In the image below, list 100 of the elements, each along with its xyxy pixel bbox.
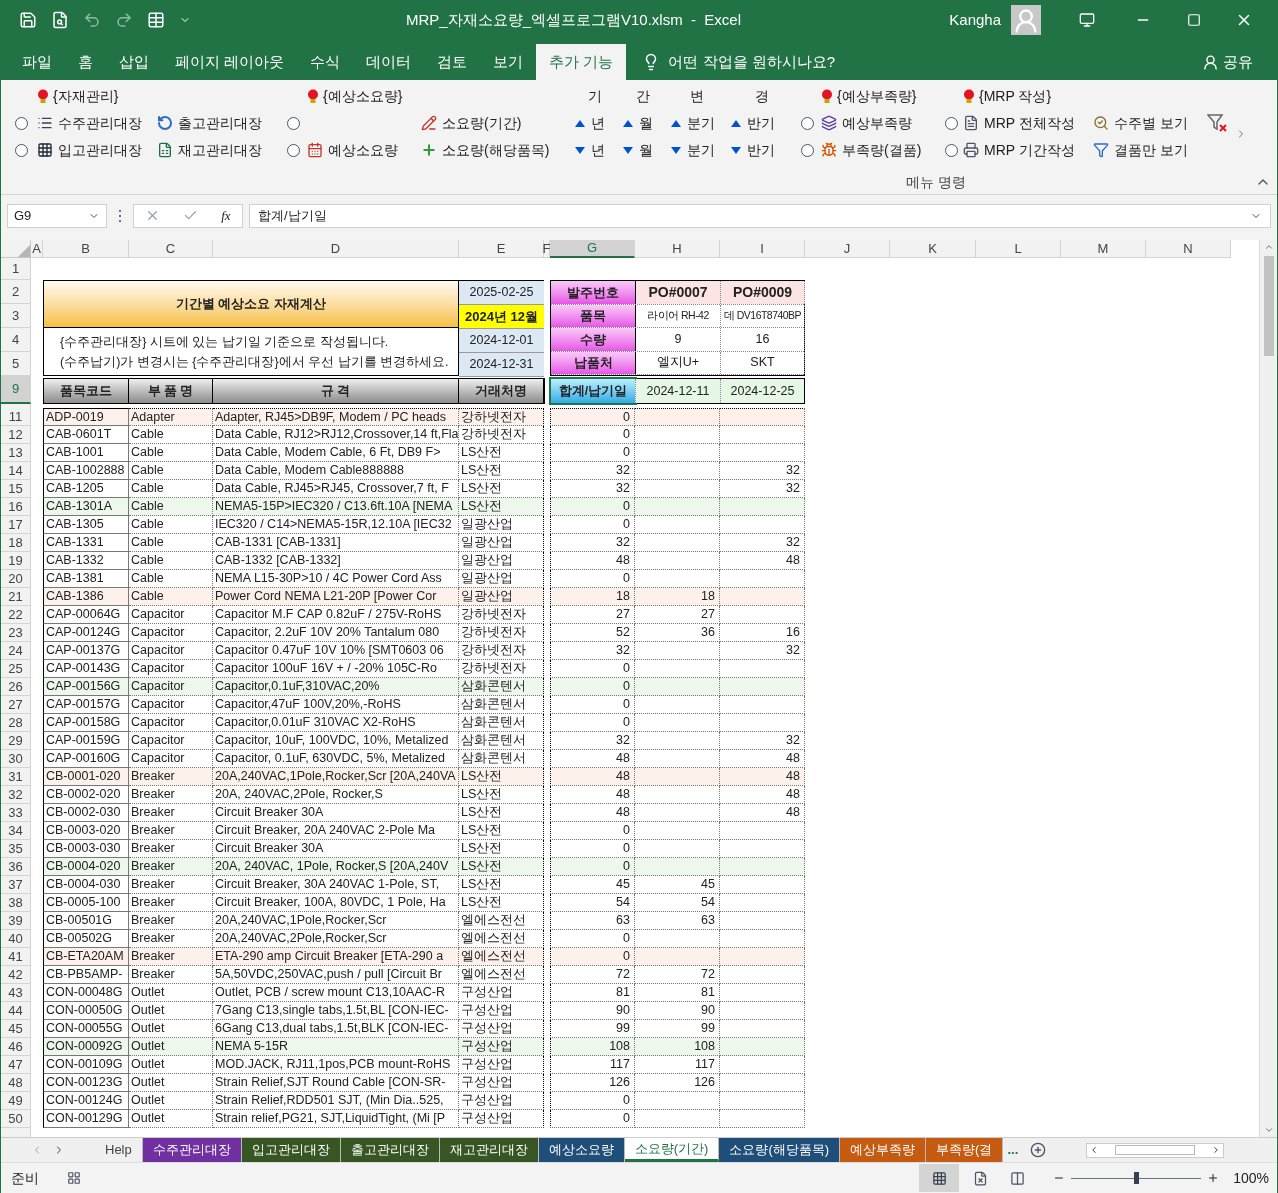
radio-button[interactable] <box>945 143 958 157</box>
row-header[interactable]: 36 <box>1 858 31 876</box>
column-header[interactable]: H <box>635 240 720 258</box>
row-header[interactable]: 25 <box>1 660 31 678</box>
row-header[interactable]: 27 <box>1 696 31 714</box>
radio-button[interactable] <box>287 143 300 157</box>
ribbon-command[interactable]: 예상소요량 <box>307 138 398 162</box>
ribbon-tab[interactable]: 데이터 <box>353 44 425 80</box>
ribbon-command[interactable]: 소요량(기간) <box>421 111 522 135</box>
ribbon-tab[interactable]: 보기 <box>480 44 537 80</box>
increase-button[interactable]: 반기 <box>731 111 775 135</box>
row-header[interactable]: 21 <box>1 588 31 606</box>
row-header[interactable]: 17 <box>1 516 31 534</box>
row-header[interactable]: 12 <box>1 426 31 444</box>
sheet-tab[interactable]: 입고관리대장 <box>241 1138 341 1162</box>
row-header[interactable]: 32 <box>1 786 31 804</box>
column-header[interactable]: L <box>976 240 1061 258</box>
row-header[interactable]: 46 <box>1 1038 31 1056</box>
row-header[interactable]: 26 <box>1 678 31 696</box>
column-header[interactable]: I <box>720 240 805 258</box>
row-header[interactable]: 15 <box>1 480 31 498</box>
row-header[interactable]: 43 <box>1 984 31 1002</box>
add-sheet-icon[interactable] <box>1030 1142 1047 1158</box>
radio-button[interactable] <box>801 143 814 157</box>
ribbon-command[interactable]: 출고관리대장 <box>157 111 262 135</box>
scroll-thumb[interactable] <box>1263 256 1274 356</box>
ribbon-tab[interactable]: 수식 <box>297 44 354 80</box>
row-header[interactable]: 41 <box>1 948 31 966</box>
ribbon-command[interactable]: MRP 전체작성 <box>963 111 1075 135</box>
decrease-button[interactable]: 반기 <box>731 138 775 162</box>
row-header[interactable]: 24 <box>1 642 31 660</box>
sheet-tab[interactable]: 예상부족량 <box>840 1138 927 1162</box>
column-header[interactable]: G <box>550 240 635 258</box>
sheet-tab[interactable]: 예상소요량 <box>538 1138 625 1162</box>
ribbon-command[interactable]: 수주관리대장 <box>37 111 142 135</box>
row-header[interactable]: 19 <box>1 552 31 570</box>
insert-function-button[interactable]: fx <box>221 205 231 226</box>
ribbon-command[interactable]: 예상부족량 <box>821 111 912 135</box>
row-header[interactable]: 28 <box>1 714 31 732</box>
increase-button[interactable]: 월 <box>623 111 653 135</box>
row-header[interactable]: 1 <box>1 258 31 280</box>
increase-button[interactable]: 분기 <box>671 111 715 135</box>
more-tabs[interactable]: ... <box>1003 1140 1023 1160</box>
row-header[interactable]: 20 <box>1 570 31 588</box>
normal-view-button[interactable] <box>919 1164 960 1192</box>
row-header[interactable]: 37 <box>1 876 31 894</box>
ribbon-command[interactable]: 재고관리대장 <box>157 138 262 162</box>
ribbon-tab[interactable]: 검토 <box>424 44 481 80</box>
row-header[interactable]: 16 <box>1 498 31 516</box>
sheet-tab[interactable]: 소요량(기간) <box>624 1138 720 1162</box>
row-header[interactable]: 38 <box>1 894 31 912</box>
radio-button[interactable] <box>287 116 300 130</box>
formula-field[interactable]: 합계/납기일 <box>249 203 1271 228</box>
row-header[interactable]: 2 <box>1 280 31 304</box>
row-header[interactable]: 44 <box>1 1002 31 1020</box>
row-header[interactable]: 35 <box>1 840 31 858</box>
sheet-tab[interactable]: 출고관리대장 <box>340 1138 440 1162</box>
row-header[interactable]: 29 <box>1 732 31 750</box>
clear-filter-icon[interactable] <box>1207 114 1227 132</box>
column-header[interactable]: N <box>1146 240 1231 258</box>
decrease-button[interactable]: 월 <box>623 138 653 162</box>
page-layout-icon[interactable] <box>973 1170 989 1186</box>
ribbon-display-icon[interactable] <box>1079 12 1095 28</box>
row-header[interactable]: 14 <box>1 462 31 480</box>
page-break-icon[interactable] <box>1010 1170 1026 1186</box>
sheet-tab[interactable]: 부족량(결 <box>926 1138 1004 1162</box>
row-header[interactable]: 33 <box>1 804 31 822</box>
ribbon-command[interactable]: MRP 기간작성 <box>963 138 1075 162</box>
ribbon-command[interactable]: 소요량(해당품목) <box>421 138 550 162</box>
row-header[interactable]: 30 <box>1 750 31 768</box>
row-header[interactable]: 34 <box>1 822 31 840</box>
ribbon-tab[interactable]: 추가 기능 <box>536 44 627 80</box>
ribbon-command[interactable]: 입고관리대장 <box>37 138 142 162</box>
row-header[interactable]: 31 <box>1 768 31 786</box>
row-header[interactable]: 13 <box>1 444 31 462</box>
row-header[interactable]: 48 <box>1 1074 31 1092</box>
row-header[interactable]: 18 <box>1 534 31 552</box>
radio-button[interactable] <box>801 116 814 130</box>
radio-button[interactable] <box>15 116 28 130</box>
row-header[interactable]: 9 <box>1 376 31 404</box>
tell-me-search[interactable]: 어떤 작업을 원하시나요? <box>668 50 836 74</box>
row-header[interactable]: 49 <box>1 1092 31 1110</box>
ribbon-tab[interactable]: 페이지 레이아웃 <box>162 44 298 80</box>
ribbon-tab[interactable]: 파일 <box>9 44 65 80</box>
scroll-thumb[interactable] <box>1115 1145 1196 1155</box>
ribbon-tab[interactable]: 삽입 <box>106 44 162 80</box>
decrease-button[interactable]: 분기 <box>671 138 715 162</box>
row-header[interactable]: 3 <box>1 304 31 328</box>
print-preview-icon[interactable] <box>51 11 69 29</box>
column-header[interactable]: A <box>31 240 43 258</box>
row-header[interactable]: 47 <box>1 1056 31 1074</box>
ribbon-command[interactable]: 결품만 보기 <box>1093 138 1188 162</box>
zoom-slider-thumb[interactable] <box>1134 1172 1140 1184</box>
sheet-tab[interactable]: 수주관리대장 <box>142 1138 242 1162</box>
vertical-scrollbar[interactable] <box>1259 240 1277 1137</box>
horizontal-scrollbar[interactable] <box>1086 1142 1225 1158</box>
row-header[interactable]: 22 <box>1 606 31 624</box>
save-icon[interactable] <box>19 11 37 29</box>
row-header[interactable]: 40 <box>1 930 31 948</box>
decrease-button[interactable]: 년 <box>575 138 605 162</box>
